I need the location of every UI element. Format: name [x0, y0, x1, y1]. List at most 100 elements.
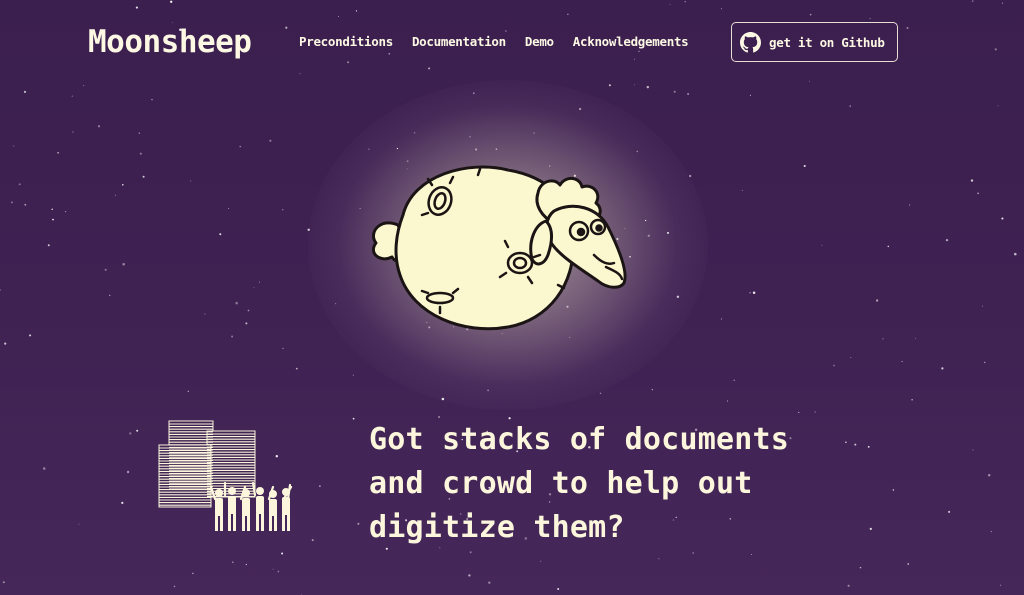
star: [692, 552, 694, 554]
star: [24, 203, 27, 206]
star: [64, 210, 67, 213]
star: [235, 301, 238, 305]
star: [727, 400, 729, 402]
star: [733, 379, 735, 381]
star: [849, 105, 851, 107]
star: [228, 207, 230, 209]
star: [847, 584, 850, 587]
star: [97, 125, 101, 128]
star: [114, 194, 116, 196]
star: [646, 85, 650, 89]
star: [18, 183, 21, 186]
star: [311, 539, 314, 542]
star: [749, 94, 751, 96]
star: [239, 145, 241, 148]
headline-line-2: and crowd to help out: [369, 466, 753, 501]
star: [911, 399, 913, 401]
star: [13, 145, 15, 147]
star: [2, 581, 5, 584]
top-navbar: Moonsheep Preconditions Documentation De…: [0, 0, 1024, 86]
star: [357, 522, 360, 525]
star: [982, 305, 983, 307]
star: [875, 299, 879, 302]
star: [859, 566, 862, 569]
star: [977, 192, 979, 195]
star: [151, 98, 153, 101]
star: [798, 411, 800, 413]
star: [52, 218, 54, 221]
star: [245, 322, 248, 325]
star: [941, 367, 944, 370]
star: [741, 189, 743, 191]
star: [301, 593, 302, 595]
star: [997, 105, 999, 107]
star: [750, 553, 752, 555]
nav-links: Preconditions Documentation Demo Acknowl…: [299, 34, 707, 49]
star: [72, 131, 74, 133]
star: [136, 429, 139, 432]
star: [901, 361, 903, 363]
star: [752, 291, 756, 294]
github-icon: [740, 31, 761, 53]
star: [821, 244, 823, 246]
star: [281, 552, 284, 555]
headline-line-1: Got stacks of documents: [369, 422, 790, 457]
star: [253, 286, 255, 288]
star: [23, 90, 27, 93]
nav-link-acknowledgements[interactable]: Acknowledgements: [573, 34, 689, 49]
star: [295, 367, 298, 370]
star: [658, 558, 660, 560]
star: [907, 563, 909, 565]
star: [247, 309, 250, 312]
star: [277, 570, 280, 573]
document-stacks-and-crowd-illustration: [158, 420, 293, 531]
star: [984, 361, 986, 364]
star: [204, 313, 206, 315]
star: [469, 551, 472, 554]
nav-link-documentation[interactable]: Documentation: [412, 34, 506, 49]
star: [47, 244, 50, 247]
star: [190, 180, 192, 182]
star: [245, 563, 247, 566]
star: [129, 432, 132, 435]
star: [121, 501, 124, 505]
star: [122, 184, 124, 186]
star: [803, 165, 806, 167]
hero-headline: Got stacks of documents and crowd to hel…: [369, 418, 989, 550]
star: [126, 470, 130, 474]
star: [945, 238, 949, 242]
star: [219, 233, 222, 236]
star: [139, 152, 142, 155]
star: [319, 485, 321, 487]
star: [71, 95, 73, 97]
star: [599, 392, 602, 395]
headline-line-3: digitize them?: [369, 510, 625, 545]
star: [282, 209, 284, 211]
nav-link-demo[interactable]: Demo: [525, 34, 554, 49]
star: [29, 334, 32, 337]
star: [673, 90, 676, 93]
github-button[interactable]: get it on Github: [731, 22, 898, 62]
brand-logo[interactable]: Moonsheep: [88, 24, 252, 60]
moon-sheep-illustration: [371, 165, 627, 331]
star: [272, 568, 274, 570]
star: [882, 338, 884, 340]
star: [269, 139, 272, 142]
star: [833, 364, 835, 367]
star: [78, 523, 80, 525]
star: [468, 574, 471, 577]
star: [104, 268, 107, 271]
star: [122, 263, 125, 266]
nav-link-preconditions[interactable]: Preconditions: [299, 34, 393, 49]
star: [192, 572, 194, 574]
star: [1001, 217, 1004, 220]
star: [173, 585, 176, 588]
star: [352, 417, 355, 420]
github-button-label: get it on Github: [769, 34, 885, 50]
star: [814, 411, 816, 413]
star: [687, 93, 689, 95]
star: [651, 389, 653, 391]
star: [999, 584, 1002, 586]
star: [0, 289, 1, 291]
star: [1014, 252, 1017, 256]
